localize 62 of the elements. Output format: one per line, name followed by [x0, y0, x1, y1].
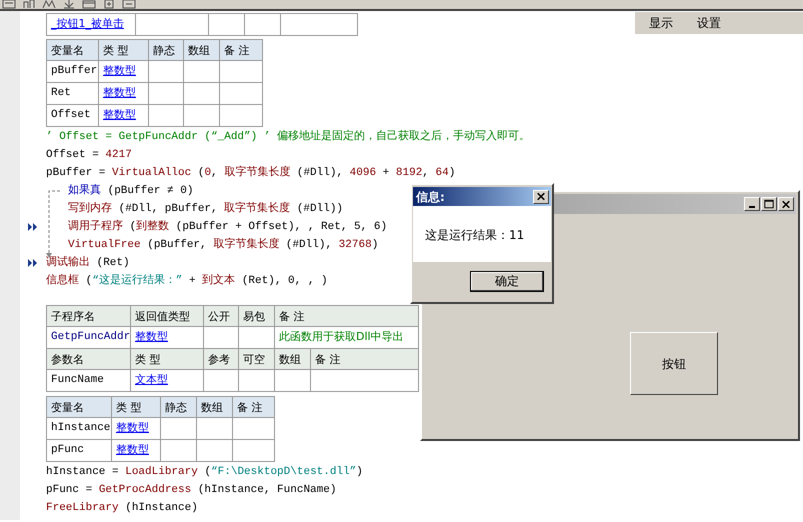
close-icon — [534, 190, 548, 203]
column-header: 备 注 — [237, 400, 262, 414]
column-header: 备 注 — [315, 352, 340, 366]
column-header: 静态 — [165, 400, 187, 414]
column-header: 静态 — [153, 44, 175, 56]
maximize-icon — [762, 198, 776, 210]
code-line: 写到内存 (#Dll, pBuffer, 取字节集长度 (#Dll)) — [68, 200, 344, 217]
code-line: 调试输出 (Ret) — [46, 255, 130, 271]
remark-text: 此函数用于获取Dll中导出 — [279, 330, 404, 343]
column-header: 参数名 — [51, 352, 84, 366]
close-icon — [779, 198, 793, 210]
message-text: 这是运行结果：11 — [425, 228, 524, 242]
toolbar-icon[interactable] — [122, 0, 136, 9]
code-line: 信息框 (“这是运行结果：” + 到文本 (Ret), 0, , ) — [46, 272, 328, 289]
minimize-icon — [749, 206, 755, 208]
column-header: 数组 — [188, 44, 210, 56]
column-header: 备 注 — [224, 44, 250, 56]
code-line: pFunc = GetProcAddress (hInstance, FuncName) — [46, 483, 336, 498]
column-header: 易包 — [243, 310, 265, 322]
variable-name: pFunc — [51, 444, 84, 456]
code-line: FreeLibrary (hInstance) — [46, 501, 198, 516]
code-line: 调用子程序 (到整数 (pBuffer + Offset), , Ret, 5, 6) — [68, 218, 388, 235]
code-line: pBuffer = VirtualAlloc (0, 取字节集长度 (#Dll), 4096 + 8192, 64) — [46, 164, 456, 181]
menu-item[interactable]: 设置 — [697, 14, 721, 32]
column-header: 可空 — [243, 352, 265, 366]
variable-name: hInstance — [51, 422, 110, 434]
message-box-title: 信息: — [416, 188, 445, 206]
parameter-name: FuncName — [51, 374, 104, 386]
column-header: 类 型 — [135, 352, 160, 366]
variable-name: pBuffer — [51, 65, 98, 77]
code-line: 如果真 (pBuffer ≠ 0) — [68, 183, 194, 199]
code-line: hInstance = LoadLibrary (“F:\DesktopD\test.dll”) — [46, 465, 363, 480]
code-line: VirtualFree (pBuffer, 取字节集长度 (#Dll), 32768) — [68, 236, 380, 253]
column-header: 子程序名 — [51, 310, 95, 322]
ok-button[interactable]: 确定 — [470, 270, 544, 292]
close-button[interactable] — [778, 197, 794, 211]
menu-item[interactable]: 显示 — [649, 14, 673, 32]
code-line: ’ Offset = GetpFuncAddr (“_Add”) ’ 偏移地址是固定的，自己获取之后，手动写入即可。 — [46, 128, 530, 145]
column-header: 数组 — [201, 400, 223, 414]
variable-name: Ret — [51, 87, 71, 99]
toolbar-icon[interactable] — [42, 0, 56, 9]
column-header: 数组 — [279, 352, 301, 366]
column-header: 类 型 — [103, 44, 128, 56]
subroutine-name: GetpFuncAddr — [51, 331, 130, 343]
toolbar-icon[interactable] — [102, 0, 116, 9]
toolbar-icon[interactable] — [22, 0, 36, 9]
column-header: 备 注 — [279, 310, 304, 322]
column-header: 返回值类型 — [135, 310, 190, 322]
form-button[interactable]: 按钮 — [630, 332, 718, 395]
minimize-button[interactable] — [744, 197, 760, 211]
variable-name: Offset — [51, 109, 91, 121]
column-header: 变量名 — [51, 44, 84, 56]
maximize-button[interactable] — [761, 197, 777, 211]
close-button[interactable] — [533, 190, 549, 204]
code-line: Offset = 4217 — [46, 148, 132, 163]
column-header: 公开 — [208, 310, 230, 322]
toolbar-icon[interactable] — [2, 0, 16, 9]
toolbar-icon[interactable] — [62, 0, 76, 9]
column-header: 变量名 — [51, 400, 84, 414]
column-header: 类 型 — [116, 400, 142, 414]
column-header: 参考 — [208, 352, 230, 366]
toolbar-icon[interactable] — [82, 0, 96, 9]
